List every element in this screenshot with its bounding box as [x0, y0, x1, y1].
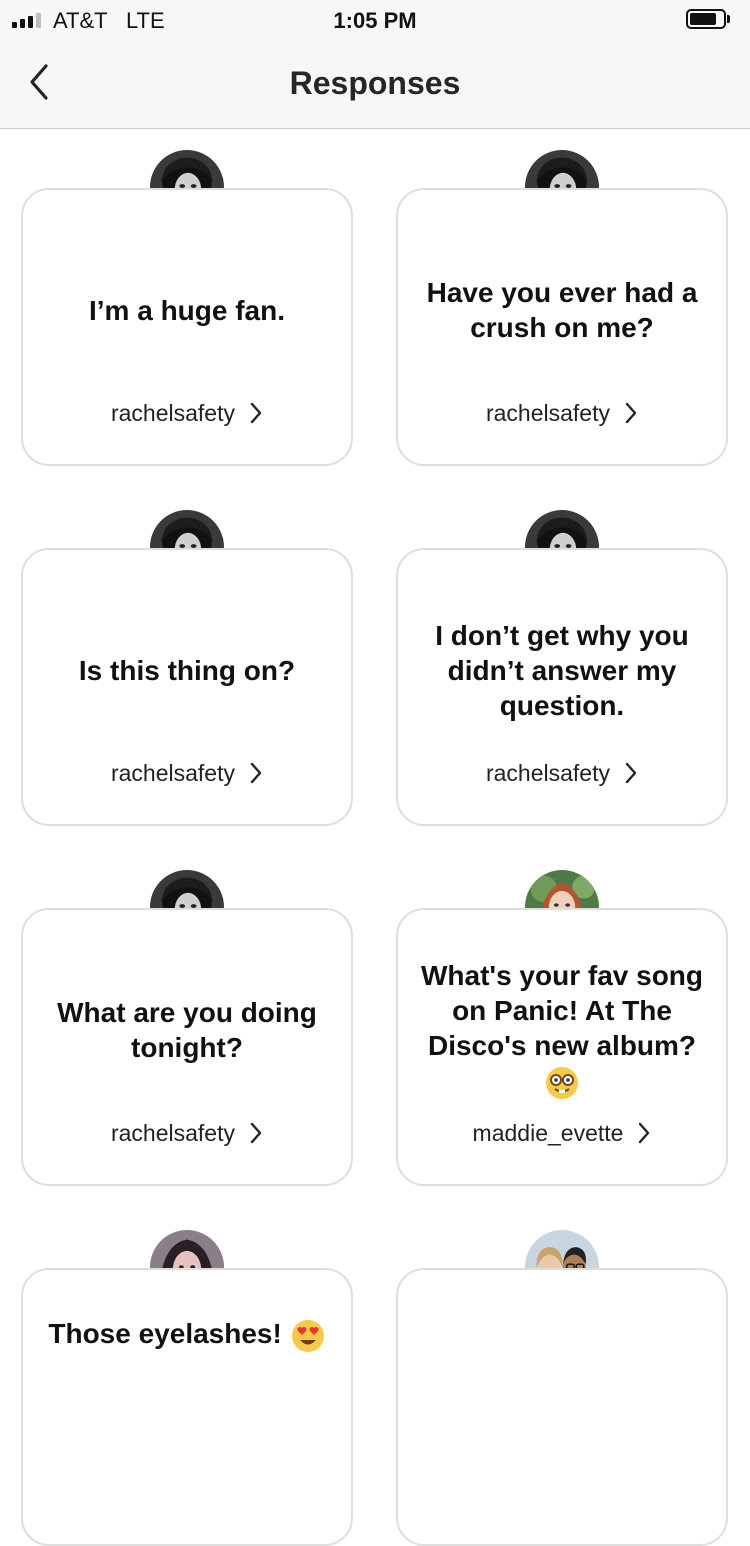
response-card[interactable]: What are you doing tonight? rachelsafety [21, 908, 353, 1186]
chevron-right-icon [625, 762, 637, 784]
page-title: Responses [289, 65, 461, 101]
username-link[interactable]: rachelsafety [23, 760, 351, 787]
status-bar: AT&T LTE 1:05 PM [0, 0, 750, 40]
question-text: Is this thing on? [78, 654, 296, 686]
response-card[interactable]: I don’t get why you didn’t answer my que… [396, 548, 728, 826]
chevron-right-icon [250, 402, 262, 424]
response-card[interactable]: Have you ever had a crush on me? rachels… [396, 188, 728, 466]
question-text: I’m a huge fan. [88, 294, 286, 326]
clock: 1:05 PM [333, 8, 417, 33]
heart-eyes-emoji-icon [291, 1319, 324, 1352]
question-text: I don’t get why you didn’t answer my que… [435, 619, 689, 721]
chevron-right-icon [250, 762, 262, 784]
chevron-right-icon [625, 402, 637, 424]
nav-bar: Responses [0, 40, 750, 129]
response-card[interactable] [396, 1268, 728, 1546]
username-link[interactable]: rachelsafety [23, 1120, 351, 1147]
question-text: Have you ever had a crush on me? [426, 277, 698, 343]
nerd-face-emoji-icon [546, 1066, 578, 1099]
username-link[interactable]: rachelsafety [398, 400, 726, 427]
response-card[interactable]: Those eyelashes! [21, 1268, 353, 1546]
response-card[interactable]: I’m a huge fan. rachelsafety [21, 188, 353, 466]
chevron-right-icon [639, 1122, 650, 1144]
question-text: What are you doing tonight? [57, 997, 317, 1063]
question-text: What's your fav song on Panic! At The Di… [412, 958, 712, 1101]
response-card[interactable]: Is this thing on? rachelsafety [21, 548, 353, 826]
username-link[interactable]: rachelsafety [398, 760, 726, 787]
username-link[interactable]: rachelsafety [23, 400, 351, 427]
chevron-right-icon [250, 1122, 262, 1144]
question-text: Those eyelashes! [37, 1316, 337, 1354]
response-card[interactable]: What's your fav song on Panic! At The Di… [396, 908, 728, 1186]
battery-icon [686, 9, 730, 31]
username-link[interactable]: maddie_evette [398, 1120, 726, 1147]
